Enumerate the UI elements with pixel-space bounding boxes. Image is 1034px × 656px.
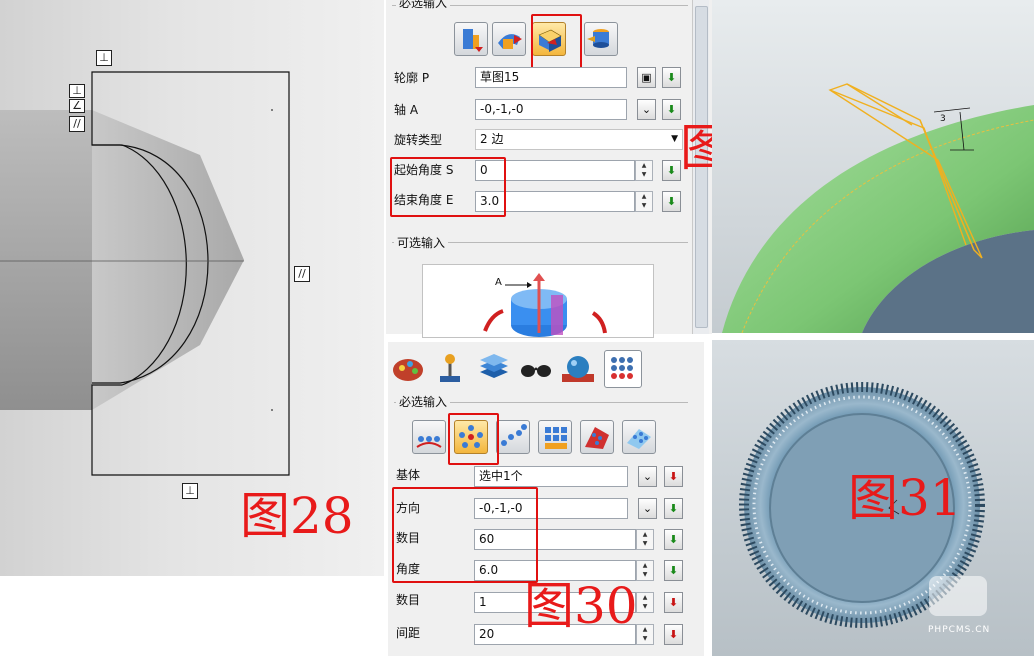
green-arrow-down-icon: ⬇ [666,71,677,84]
layers-icon[interactable] [476,350,512,386]
extrude-tool-icon[interactable] [454,22,488,56]
rotate-preview-image: A [422,264,654,338]
end-angle-accept-button[interactable]: ⬇ [662,191,681,212]
angle-constraint-icon[interactable]: ∠ [69,99,85,113]
axis-accept-button[interactable]: ⬇ [662,99,681,120]
start-angle-spinner[interactable]: ▲ ▼ [635,160,653,181]
watermark-text: PHPCMS.CN [928,625,991,635]
axis-label: 轴 A [394,103,419,117]
loft-tool-icon[interactable] [584,22,618,56]
parallel-constraint-icon[interactable]: // [69,116,85,132]
pattern-grid-icon[interactable] [604,350,642,388]
pick-profile-button[interactable]: ▣ [637,67,656,88]
torus-3d-render [722,83,1034,333]
perpendicular-constraint-icon[interactable]: ⊥ [69,84,85,98]
pattern-fields-highlight [392,487,538,583]
shaded-region [92,110,244,410]
angle-fields-highlight [390,157,506,217]
profile-accept-button[interactable]: ⬇ [662,67,681,88]
rotate-dialog-panel: 必选输入 轮廓 P 草图15 ▣ ⬇ 轴 A -0,-1,-0 ⌄ ⬇ 旋转类型… [386,0,712,338]
section-required-title: 必选输入 [396,393,451,410]
perpendicular-constraint-icon[interactable]: ⊥ [182,483,198,499]
green-arrow-down-icon: ⬇ [666,164,677,177]
axis-field[interactable]: -0,-1,-0 [475,99,627,120]
selected-tool-highlight [448,413,499,465]
body-accept-button[interactable]: ⬇ [664,466,683,487]
figure-30-label: 图30 [524,577,638,635]
body-dropdown-button[interactable]: ⌄ [638,466,657,487]
body-shape [0,110,92,410]
count2-spinner[interactable]: ▲ ▼ [636,592,654,613]
red-arrow-down-icon: ⬇ [668,470,679,483]
green-arrow-down-icon: ⬇ [668,564,679,577]
red-arrow-down-icon: ⬇ [668,596,679,609]
section-required-title: 必选输入 [396,0,451,11]
count2-accept-button[interactable]: ⬇ [664,592,683,613]
angle-spinner[interactable]: ▲ ▼ [636,560,654,581]
end-angle-spinner[interactable]: ▲ ▼ [635,191,653,212]
curve-pattern-tool-icon[interactable] [496,420,530,454]
body-label: 基体 [396,468,421,482]
spacing-spinner[interactable]: ▲ ▼ [636,624,654,645]
green-arrow-down-icon: ⬇ [668,533,679,546]
count2-label: 数目 [396,593,421,607]
green-arrow-down-icon: ⬇ [666,195,677,208]
pick-icon: ▣ [641,71,652,84]
axis-a-label: A [495,277,502,288]
red-arrow-down-icon: ⬇ [668,628,679,641]
profile-field[interactable]: 草图15 [475,67,627,88]
joystick-icon[interactable] [432,350,468,386]
figure-28-label: 图28 [240,487,354,545]
rotate-type-label: 旋转类型 [394,133,443,147]
green-arrow-down-icon: ⬇ [666,103,677,116]
double-chevron-down-icon: ⌄ [642,470,653,483]
count-spinner[interactable]: ▲ ▼ [636,529,654,550]
angle-accept-button[interactable]: ⬇ [664,560,683,581]
body-field[interactable]: 选中1个 [474,466,628,487]
spacing-label: 间距 [396,626,421,640]
double-chevron-down-icon: ⌄ [641,103,652,116]
dropdown-triangle-icon: ▼ [671,134,678,144]
linear-pattern-tool-icon[interactable] [412,420,446,454]
green-arrow-down-icon: ⬇ [668,502,679,515]
direction-dropdown-button[interactable]: ⌄ [638,498,657,519]
figure-31-label: 图31 [848,469,962,527]
perpendicular-constraint-icon[interactable]: ⊥ [96,50,112,66]
dimension-value: 3 [940,114,946,124]
selected-tool-highlight [531,14,582,70]
rotate-type-value: 2 边 [480,132,504,146]
start-angle-accept-button[interactable]: ⬇ [662,160,681,181]
glasses-icon[interactable] [518,350,554,386]
surface-pattern-tool-icon[interactable] [580,420,614,454]
direction-accept-button[interactable]: ⬇ [664,498,683,519]
sweep-tool-icon[interactable] [492,22,526,56]
sphere-icon[interactable] [560,350,596,386]
parallel-constraint-icon[interactable]: // [294,266,310,282]
section-optional-title: 可选输入 [394,234,449,251]
watermark-logo-icon [929,576,987,616]
spacing-accept-button[interactable]: ⬇ [664,624,683,645]
fill-pattern-tool-icon[interactable] [622,420,656,454]
box-pattern-tool-icon[interactable] [538,420,572,454]
double-chevron-down-icon: ⌄ [642,502,653,515]
count-accept-button[interactable]: ⬇ [664,529,683,550]
palette-icon[interactable] [390,350,426,386]
profile-label: 轮廓 P [394,71,430,85]
figure-29-3d-view: 3 [712,0,1034,333]
axis-dropdown-button[interactable]: ⌄ [637,99,656,120]
rotate-type-select[interactable]: 2 边 ▼ [475,129,683,150]
